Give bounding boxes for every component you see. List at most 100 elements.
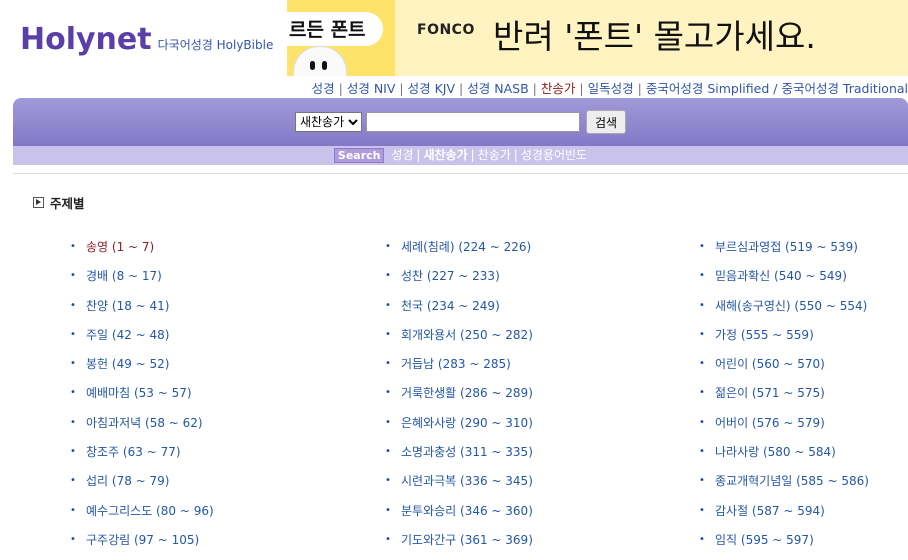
bullet-icon: • [70, 504, 76, 516]
topic-link[interactable]: 나라사랑 (580 ~ 584) [715, 443, 836, 472]
topic-column-3: • 부르심과영접 (519 ~ 539) • 믿음과확신 (540 ~ 549) • 새해… [699, 238, 869, 560]
topic-link[interactable]: 봉헌 (49 ~ 52) [86, 355, 169, 384]
bullet-icon: • [385, 533, 391, 545]
topic-list-item: • 주일 (42 ~ 48) [70, 326, 214, 355]
search-scope-select[interactable]: 새찬송가 [294, 112, 362, 132]
topnav-nasb[interactable]: 성경 NASB [467, 81, 528, 96]
banner-headline: 반려 '폰트' 몰고가세요. [493, 17, 816, 56]
topic-link[interactable]: 은혜와사랑 (290 ~ 310) [401, 414, 533, 443]
topic-column-1: • 송영 (1 ~ 7) • 경배 (8 ~ 17) • 찬양 (18 ~ 41) • 주일 … [70, 238, 214, 560]
topic-list-item: • 나라사랑 (580 ~ 584) [699, 443, 869, 472]
banner-left-text: 르든 폰트 [289, 19, 366, 41]
topic-list-item: • 예수그리스도 (80 ~ 96) [70, 502, 214, 531]
topnav-kjv[interactable]: 성경 KJV [408, 81, 455, 96]
topic-link[interactable]: 창조주 (63 ~ 77) [86, 443, 181, 472]
bullet-icon: • [385, 299, 391, 311]
bullet-icon: • [70, 270, 76, 282]
topic-link[interactable]: 거룩한생활 (286 ~ 289) [401, 384, 533, 413]
topic-link[interactable]: 찬양 (18 ~ 41) [86, 297, 169, 326]
topic-list-item: • 봉헌 (49 ~ 52) [70, 355, 214, 384]
topic-list-item: • 임직 (595 ~ 597) [699, 531, 869, 560]
topic-list-item: • 거룩한생활 (286 ~ 289) [385, 384, 533, 413]
topic-link[interactable]: 임직 (595 ~ 597) [715, 531, 814, 560]
bullet-icon: • [70, 387, 76, 399]
topic-link[interactable]: 거듭남 (283 ~ 285) [401, 355, 511, 384]
bullet-icon: • [385, 504, 391, 516]
sub-nav: Search 성경 | 새찬송가 | 찬송가 | 성경용어빈도 [13, 146, 908, 165]
topic-link[interactable]: 분투와승리 (346 ~ 360) [401, 502, 533, 531]
bullet-icon: • [385, 328, 391, 340]
subnav-new-hymn[interactable]: 새찬송가 [423, 148, 467, 162]
topnav-chinese[interactable]: 중국어성경 Simplified / 중국어성경 Traditional [646, 81, 908, 96]
search-input[interactable] [365, 112, 580, 132]
topic-list-item: • 창조주 (63 ~ 77) [70, 443, 214, 472]
logo-subtitle[interactable]: 다국어성경 HolyBible [158, 36, 274, 53]
subnav-word-frequency[interactable]: 성경용어빈도 [521, 148, 587, 162]
bullet-icon: • [385, 387, 391, 399]
topic-list-item: • 기도와간구 (361 ~ 369) [385, 531, 533, 560]
topic-link[interactable]: 소명과충성 (311 ~ 335) [401, 443, 533, 472]
bullet-icon: • [699, 241, 705, 252]
subnav-hymn[interactable]: 찬송가 [478, 148, 511, 162]
expand-icon[interactable] [33, 197, 44, 208]
bullet-icon: • [385, 475, 391, 487]
topic-link[interactable]: 성찬 (227 ~ 233) [401, 267, 500, 296]
topic-link[interactable]: 감사절 (587 ~ 594) [715, 502, 825, 531]
topnav-niv[interactable]: 성경 NIV [347, 81, 396, 96]
topic-list-item: • 천국 (234 ~ 249) [385, 297, 533, 326]
bullet-icon: • [70, 446, 76, 458]
topic-link[interactable]: 예배마침 (53 ~ 57) [86, 384, 192, 413]
subnav-bible[interactable]: 성경 [391, 148, 413, 162]
topic-link[interactable]: 천국 (234 ~ 249) [401, 297, 500, 326]
topic-list-item: • 세례(침례) (224 ~ 226) [385, 238, 533, 267]
topic-link[interactable]: 가정 (555 ~ 559) [715, 326, 814, 355]
topic-list-item: • 찬양 (18 ~ 41) [70, 297, 214, 326]
bullet-icon: • [699, 416, 705, 428]
topic-link[interactable]: 부르심과영접 (519 ~ 539) [715, 238, 858, 267]
topic-link[interactable]: 종교개혁기념일 (585 ~ 586) [715, 472, 869, 501]
bullet-icon: • [699, 328, 705, 340]
topic-link[interactable]: 송영 (1 ~ 7) [86, 238, 154, 267]
bullet-icon: • [385, 241, 391, 252]
bullet-icon: • [699, 504, 705, 516]
bullet-icon: • [70, 475, 76, 487]
topic-link[interactable]: 예수그리스도 (80 ~ 96) [86, 502, 214, 531]
topic-link[interactable]: 경배 (8 ~ 17) [86, 267, 162, 296]
topic-link[interactable]: 아침과저녁 (58 ~ 62) [86, 414, 203, 443]
topic-link[interactable]: 세례(침례) (224 ~ 226) [401, 238, 531, 267]
topic-list-item: • 거듭남 (283 ~ 285) [385, 355, 533, 384]
bullet-icon: • [70, 533, 76, 545]
topic-link[interactable]: 회개와용서 (250 ~ 282) [401, 326, 533, 355]
topic-list-item: • 어버이 (576 ~ 579) [699, 414, 869, 443]
ad-banner[interactable]: 르든 폰트 FONCO 반려 '폰트' 몰고가세요. [287, 0, 908, 76]
search-button[interactable]: 검색 [585, 110, 627, 134]
topic-link[interactable]: 주일 (42 ~ 48) [86, 326, 169, 355]
topnav-hymn[interactable]: 찬송가 [541, 81, 576, 96]
topic-link[interactable]: 섭리 (78 ~ 79) [86, 472, 169, 501]
bullet-icon: • [385, 416, 391, 428]
bullet-icon: • [699, 475, 705, 487]
topic-link[interactable]: 기도와간구 (361 ~ 369) [401, 531, 533, 560]
topnav-daily[interactable]: 일독성경 [588, 81, 634, 96]
bullet-icon: • [699, 533, 705, 545]
bullet-icon: • [70, 358, 76, 370]
search-bar: 새찬송가 검색 [13, 98, 908, 146]
topic-link[interactable]: 어버이 (576 ~ 579) [715, 414, 825, 443]
topnav-bible[interactable]: 성경 [312, 81, 335, 96]
logo[interactable]: Holynet 다국어성경 HolyBible [20, 22, 273, 57]
topic-link[interactable]: 믿음과확신 (540 ~ 549) [715, 267, 847, 296]
logo-title[interactable]: Holynet [20, 22, 152, 57]
topic-list-item: • 종교개혁기념일 (585 ~ 586) [699, 472, 869, 501]
topic-column-2: • 세례(침례) (224 ~ 226) • 성찬 (227 ~ 233) • 천국 (2… [385, 238, 533, 560]
topic-list-item: • 성찬 (227 ~ 233) [385, 267, 533, 296]
topic-link[interactable]: 구주강림 (97 ~ 105) [86, 531, 199, 560]
topic-list-item: • 아침과저녁 (58 ~ 62) [70, 414, 214, 443]
banner-brand: FONCO [417, 22, 475, 38]
section-heading[interactable]: 주제별 [33, 193, 85, 212]
topic-link[interactable]: 어린이 (560 ~ 570) [715, 355, 825, 384]
topic-link[interactable]: 새해(송구영신) (550 ~ 554) [715, 297, 867, 326]
topic-list-item: • 구주강림 (97 ~ 105) [70, 531, 214, 560]
topic-link[interactable]: 젊은이 (571 ~ 575) [715, 384, 825, 413]
banner-graphic: 르든 폰트 [287, 0, 395, 76]
topic-link[interactable]: 시련과극복 (336 ~ 345) [401, 472, 533, 501]
